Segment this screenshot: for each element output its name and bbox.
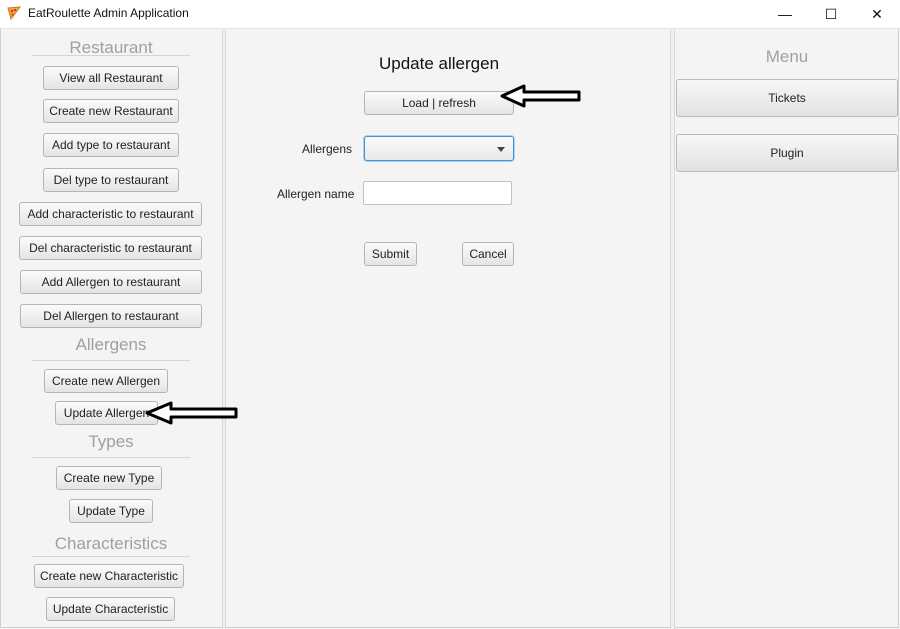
pizza-slice-icon	[7, 6, 22, 21]
window-titlebar: EatRoulette Admin Application — ☐ ✕	[0, 0, 900, 29]
page-title: Update allergen	[379, 54, 500, 73]
view-all-restaurant-button[interactable]: View all Restaurant	[43, 66, 179, 90]
minimize-button[interactable]: —	[762, 0, 808, 28]
section-divider	[32, 556, 190, 557]
chevron-down-icon	[497, 147, 505, 152]
del-characteristic-to-restaurant-button[interactable]: Del characteristic to restaurant	[19, 236, 202, 260]
allergens-label: Allergens	[302, 142, 353, 156]
create-new-allergen-button[interactable]: Create new Allergen	[44, 369, 168, 393]
section-divider	[32, 360, 190, 361]
update-type-button[interactable]: Update Type	[69, 499, 153, 523]
section-title-types: Types	[88, 432, 134, 451]
create-new-type-button[interactable]: Create new Type	[56, 466, 162, 490]
del-allergen-to-restaurant-button[interactable]: Del Allergen to restaurant	[20, 304, 202, 328]
sidebar-splitter[interactable]	[222, 29, 226, 629]
del-type-to-restaurant-button[interactable]: Del type to restaurant	[43, 168, 179, 192]
add-characteristic-to-restaurant-button[interactable]: Add characteristic to restaurant	[19, 202, 202, 226]
section-title-allergens: Allergens	[75, 335, 147, 354]
section-divider	[32, 457, 190, 458]
allergen-name-input[interactable]	[363, 181, 512, 205]
allergen-name-label: Allergen name	[277, 187, 355, 201]
minimize-icon: —	[778, 6, 792, 22]
menu-title: Menu	[765, 47, 809, 66]
menu-splitter[interactable]	[670, 29, 675, 629]
window-title: EatRoulette Admin Application	[28, 6, 189, 20]
section-title-characteristics: Characteristics	[54, 534, 168, 553]
allergens-combobox[interactable]	[364, 136, 514, 161]
maximize-icon: ☐	[824, 5, 838, 22]
add-allergen-to-restaurant-button[interactable]: Add Allergen to restaurant	[20, 270, 202, 294]
cancel-button[interactable]: Cancel	[462, 242, 514, 266]
left-arrow-icon	[500, 84, 581, 108]
create-new-characteristic-button[interactable]: Create new Characteristic	[34, 564, 184, 588]
tickets-button[interactable]: Tickets	[676, 79, 898, 117]
add-type-to-restaurant-button[interactable]: Add type to restaurant	[43, 133, 179, 157]
section-divider	[32, 55, 190, 56]
plugin-button[interactable]: Plugin	[676, 134, 898, 172]
close-icon: ✕	[871, 5, 883, 22]
load-refresh-button[interactable]: Load | refresh	[364, 91, 514, 115]
create-new-restaurant-button[interactable]: Create new Restaurant	[43, 99, 179, 123]
update-characteristic-button[interactable]: Update Characteristic	[46, 597, 175, 621]
submit-button[interactable]: Submit	[364, 242, 417, 266]
update-allergen-button[interactable]: Update Allergen	[55, 401, 158, 425]
close-button[interactable]: ✕	[854, 0, 900, 28]
maximize-button[interactable]: ☐	[808, 0, 854, 28]
left-arrow-icon	[145, 401, 238, 425]
